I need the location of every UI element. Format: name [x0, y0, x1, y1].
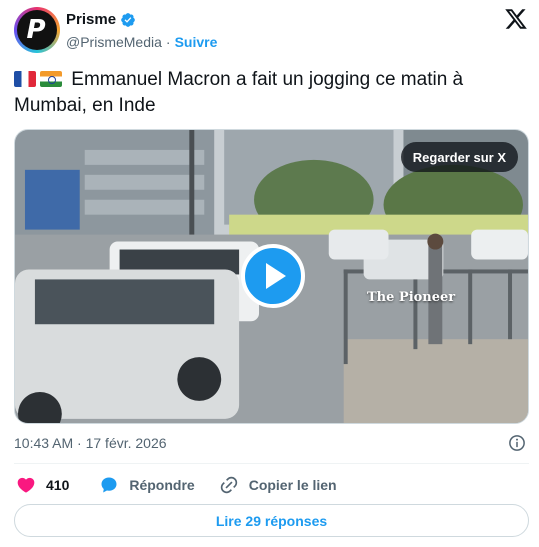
video-player[interactable]: Regarder sur X The Pioneer — [14, 129, 529, 424]
author-name-row: Prisme — [66, 11, 136, 28]
tweet-card: P Prisme @PrismeMedia · Suivre Emmanuel … — [0, 0, 539, 547]
verified-badge-icon — [121, 12, 135, 27]
watch-on-x-button[interactable]: Regarder sur X — [400, 142, 518, 172]
handle[interactable]: @PrismeMedia — [66, 34, 162, 50]
reply-label: Répondre — [129, 477, 195, 493]
x-logo-icon[interactable] — [504, 7, 528, 31]
reply-bubble-icon — [101, 477, 117, 493]
info-icon[interactable] — [508, 434, 526, 452]
reply-button[interactable]: Répondre — [99, 475, 195, 495]
tweet-timestamp[interactable]: 10:43 AM · 17 févr. 2026 — [14, 435, 167, 451]
like-count: 410 — [46, 477, 70, 493]
link-icon — [220, 476, 237, 494]
video-watermark: The Pioneer — [367, 290, 456, 305]
follow-button[interactable]: Suivre — [175, 34, 218, 50]
play-icon — [266, 263, 286, 289]
copy-link-label: Copier le lien — [248, 477, 337, 493]
separator: · — [165, 34, 171, 50]
display-name[interactable]: Prisme — [66, 11, 116, 28]
tweet-text: Emmanuel Macron a fait un jogging ce mat… — [14, 67, 524, 119]
flag-india-icon — [40, 71, 62, 87]
action-bar: 410 Répondre Copier le lien — [14, 474, 337, 496]
avatar[interactable]: P — [14, 7, 60, 53]
flag-france-icon — [14, 71, 36, 87]
heart-icon — [17, 477, 35, 493]
like-button[interactable]: 410 — [16, 475, 69, 495]
play-button[interactable] — [241, 244, 305, 308]
read-replies-button[interactable]: Lire 29 réponses — [14, 504, 529, 537]
tweet-body: Emmanuel Macron a fait un jogging ce mat… — [14, 69, 464, 116]
copy-link-button[interactable]: Copier le lien — [219, 475, 337, 495]
handle-row: @PrismeMedia · Suivre — [66, 34, 217, 50]
avatar-letter: P — [26, 15, 46, 45]
divider — [14, 463, 529, 464]
